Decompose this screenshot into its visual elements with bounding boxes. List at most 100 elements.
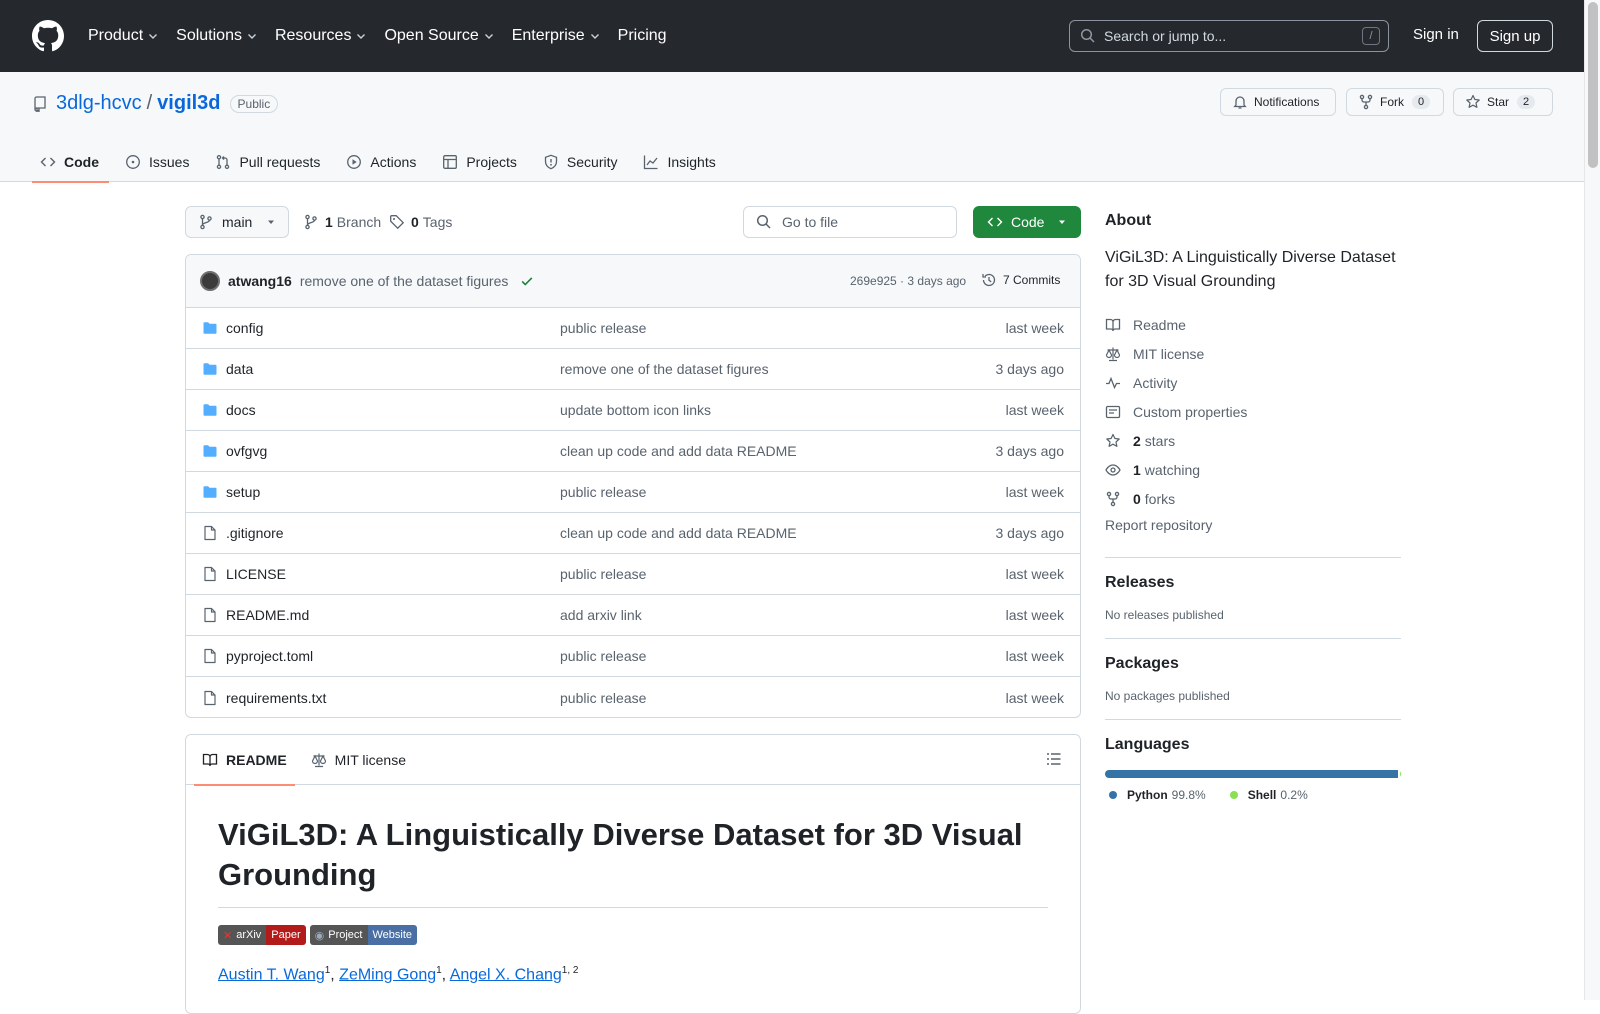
file-commit-message-link[interactable]: public release xyxy=(560,320,646,336)
search-icon xyxy=(756,214,771,229)
file-commit-message-link[interactable]: public release xyxy=(560,484,646,500)
nav-solutions[interactable]: Solutions xyxy=(176,27,258,45)
about-links: Readme MIT license Activity Custom prope… xyxy=(1105,310,1401,513)
nav-resources[interactable]: Resources xyxy=(275,27,367,45)
list-unordered-icon[interactable] xyxy=(1046,751,1062,767)
table-row[interactable]: docs update bottom icon links last week xyxy=(186,390,1080,431)
notifications-button[interactable]: Notifications xyxy=(1220,88,1336,116)
commit-message-link[interactable]: remove one of the dataset figures xyxy=(300,273,509,289)
commit-hash-date[interactable]: 269e925 · 3 days ago xyxy=(850,274,966,288)
table-row[interactable]: LICENSE public release last week xyxy=(186,554,1080,595)
stars-link[interactable]: 2 stars xyxy=(1105,426,1401,455)
tab-insights[interactable]: Insights xyxy=(635,142,725,182)
repo-separator: / xyxy=(146,92,153,114)
repo-icon xyxy=(34,95,46,112)
file-name-link[interactable]: data xyxy=(226,361,556,377)
activity-link[interactable]: Activity xyxy=(1105,368,1401,397)
tab-label: Security xyxy=(566,154,618,170)
file-commit-message-link[interactable]: remove one of the dataset figures xyxy=(560,361,769,377)
nav-enterprise[interactable]: Enterprise xyxy=(512,27,601,45)
project-website-badge[interactable]: ◉ Project Website xyxy=(309,925,418,945)
repo-tabs: Code Issues Pull requests Actions Projec… xyxy=(32,142,734,183)
license-link[interactable]: MIT license xyxy=(1105,339,1401,368)
table-row[interactable]: pyproject.toml public release last week xyxy=(186,636,1080,677)
tab-mit-license[interactable]: MIT license xyxy=(303,735,414,785)
file-name-link[interactable]: .gitignore xyxy=(226,525,556,541)
table-row[interactable]: data remove one of the dataset figures 3 d… xyxy=(186,349,1080,390)
file-commit-message-link[interactable]: update bottom icon links xyxy=(560,402,711,418)
author-link[interactable]: Austin T. Wang xyxy=(218,966,325,983)
file-name-link[interactable]: README.md xyxy=(226,607,556,623)
global-search-input[interactable]: Search or jump to... / xyxy=(1069,20,1389,52)
arxiv-paper-badge[interactable]: ✕ arXiv Paper xyxy=(218,925,306,945)
table-row[interactable]: config public release last week xyxy=(186,308,1080,349)
go-to-file-input[interactable]: Go to file xyxy=(743,206,957,238)
table-row[interactable]: .gitignore clean up code and add data REA… xyxy=(186,513,1080,554)
releases-heading[interactable]: Releases xyxy=(1105,574,1401,592)
commits-history-link[interactable]: 7 Commits xyxy=(981,272,1060,288)
readme-link[interactable]: Readme xyxy=(1105,310,1401,339)
tab-issues[interactable]: Issues xyxy=(117,142,199,182)
sign-in-link[interactable]: Sign in xyxy=(1413,26,1459,43)
global-nav: Product Solutions Resources Open Source … xyxy=(88,27,684,45)
star-button[interactable]: Star 2 xyxy=(1453,88,1553,116)
file-name-link[interactable]: docs xyxy=(226,402,556,418)
file-commit-message-link[interactable]: clean up code and add data README xyxy=(560,525,797,541)
file-commit-message-link[interactable]: public release xyxy=(560,690,646,706)
forks-link[interactable]: 0 forks xyxy=(1105,484,1401,513)
tab-code[interactable]: Code xyxy=(32,142,109,183)
tab-projects[interactable]: Projects xyxy=(434,142,527,182)
repo-name-link[interactable]: vigil3d xyxy=(157,92,220,115)
tab-security[interactable]: Security xyxy=(535,142,628,182)
scrollbar-thumb[interactable] xyxy=(1588,2,1598,168)
page-scrollbar[interactable] xyxy=(1584,0,1600,1000)
file-commit-message-link[interactable]: public release xyxy=(560,566,646,582)
avatar[interactable] xyxy=(200,271,220,291)
table-row[interactable]: ovfgvg clean up code and add data README 3… xyxy=(186,431,1080,472)
license-label: MIT license xyxy=(1133,345,1205,362)
tab-pull-requests[interactable]: Pull requests xyxy=(207,142,330,182)
author-link[interactable]: Angel X. Chang xyxy=(450,966,562,983)
check-icon[interactable] xyxy=(520,274,534,288)
nav-product[interactable]: Product xyxy=(88,27,159,45)
git-branch-icon xyxy=(305,214,317,230)
tags-link[interactable]: 0 Tags xyxy=(389,214,452,230)
language-legend-item[interactable]: Python 99.8% xyxy=(1105,788,1206,802)
table-row[interactable]: setup public release last week xyxy=(186,472,1080,513)
report-repository-link[interactable]: Report repository xyxy=(1105,517,1401,541)
commit-author-link[interactable]: atwang16 xyxy=(228,273,292,289)
nav-open-source[interactable]: Open Source xyxy=(384,27,494,45)
pull-request-icon xyxy=(217,154,230,170)
file-name-link[interactable]: setup xyxy=(226,484,556,500)
file-commit-message-link[interactable]: add arxiv link xyxy=(560,607,642,623)
file-name-link[interactable]: pyproject.toml xyxy=(226,648,556,664)
author-link[interactable]: ZeMing Gong xyxy=(339,966,436,983)
branches-link[interactable]: 1 Branch xyxy=(303,214,381,230)
repo-owner-link[interactable]: 3dlg-hcvc xyxy=(56,92,142,115)
nav-pricing[interactable]: Pricing xyxy=(618,27,667,45)
language-legend-item[interactable]: Shell 0.2% xyxy=(1226,788,1308,802)
author-affiliation: 1, 2 xyxy=(561,965,579,976)
file-commit-message-link[interactable]: clean up code and add data README xyxy=(560,443,797,459)
custom-properties-link[interactable]: Custom properties xyxy=(1105,397,1401,426)
file-name-link[interactable]: requirements.txt xyxy=(226,690,556,706)
fork-button[interactable]: Fork 0 xyxy=(1346,88,1444,116)
table-row[interactable]: requirements.txt public release last week xyxy=(186,677,1080,717)
github-logo-icon[interactable] xyxy=(32,20,64,52)
tab-readme[interactable]: README xyxy=(194,735,295,786)
table-row[interactable]: README.md add arxiv link last week xyxy=(186,595,1080,636)
file-commit-message-link[interactable]: public release xyxy=(560,648,646,664)
watchers-link[interactable]: 1 watching xyxy=(1105,455,1401,484)
code-dropdown-button[interactable]: Code xyxy=(973,206,1081,238)
table-icon xyxy=(443,155,458,169)
caret-down-icon xyxy=(1059,220,1065,224)
file-name-link[interactable]: config xyxy=(226,320,556,336)
branch-select-button[interactable]: main xyxy=(185,206,289,238)
sign-up-button[interactable]: Sign up xyxy=(1477,20,1553,52)
packages-heading[interactable]: Packages xyxy=(1105,655,1401,673)
file-commit-date: last week xyxy=(1005,320,1064,336)
releases-empty-text: No releases published xyxy=(1105,608,1224,622)
file-name-link[interactable]: LICENSE xyxy=(226,566,556,582)
file-name-link[interactable]: ovfgvg xyxy=(226,443,556,459)
tab-actions[interactable]: Actions xyxy=(338,142,426,182)
